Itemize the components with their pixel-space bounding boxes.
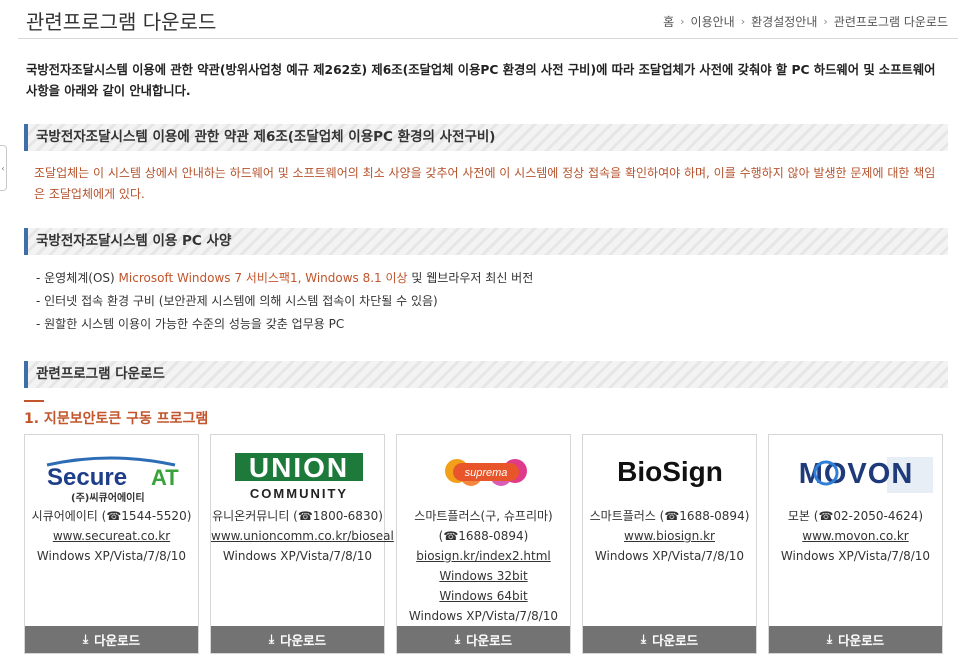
- card-biosign: BioSign 스마트플러스 (☎1688-0894) www.biosign.…: [582, 434, 757, 654]
- company-link[interactable]: www.biosign.kr: [583, 526, 756, 546]
- subheading-accent-line: [24, 400, 44, 402]
- svg-text:COMMUNITY: COMMUNITY: [250, 486, 348, 501]
- company-phone: (☎1688-0894): [438, 529, 529, 543]
- company-name: 스마트플러스 (☎1688-0894): [589, 509, 750, 523]
- supported-os: Windows XP/Vista/7/8/10: [594, 549, 745, 563]
- movon-logo: MOVON: [799, 457, 933, 493]
- breadcrumb: 홈 › 이용안내 › 환경설정안내 › 관련프로그램 다운로드: [663, 13, 948, 30]
- notice-text: 조달업체는 이 시스템 상에서 안내하는 하드웨어 및 소프트웨어의 최소 사양…: [34, 166, 936, 201]
- download-button-movon[interactable]: ⤓ 다운로드: [769, 626, 942, 653]
- subheading-fingerprint-token: 1. 지문보안토큰 구동 프로그램: [24, 411, 209, 427]
- supported-os: Windows XP/Vista/7/8/10: [36, 549, 187, 563]
- spec-item-os: - 운영체계(OS) Microsoft Windows 7 서비스팩1, Wi…: [36, 271, 534, 285]
- download-cards: Secure AT (주)씨큐어에이티 시큐어에이티 (☎1544-5520) …: [24, 434, 943, 654]
- spec-item-network: - 인터넷 접속 환경 구비 (보안관제 시스템에 의해 시스템 접속이 차단될…: [36, 294, 438, 308]
- page-header: 관련프로그램 다운로드 홈 › 이용안내 › 환경설정안내 › 관련프로그램 다…: [18, 0, 958, 39]
- windows-32bit-link[interactable]: Windows 32bit: [397, 566, 570, 586]
- svg-text:(주)씨큐어에이티: (주)씨큐어에이티: [71, 491, 145, 504]
- supported-os: Windows XP/Vista/7/8/10: [780, 549, 931, 563]
- section-title-terms: 국방전자조달시스템 이용에 관한 약관 제6조(조달업체 이용PC 환경의 사전…: [24, 124, 948, 151]
- download-icon: ⤓: [640, 632, 647, 646]
- company-name: 스마트플러스(구, 슈프리마): [414, 509, 553, 523]
- section-title-downloads: 관련프로그램 다운로드: [24, 361, 948, 388]
- section-title-pc-spec: 국방전자조달시스템 이용 PC 사양: [24, 228, 948, 255]
- unioncommunity-logo: UNION COMMUNITY: [235, 452, 363, 501]
- windows-64bit-link[interactable]: Windows 64bit: [397, 586, 570, 606]
- company-link[interactable]: www.unioncomm.co.kr/bioseal: [211, 526, 394, 546]
- breadcrumb-guide[interactable]: 이용안내: [691, 13, 735, 30]
- side-collapse-tab[interactable]: ‹: [0, 145, 7, 191]
- card-secureat: Secure AT (주)씨큐어에이티 시큐어에이티 (☎1544-5520) …: [24, 434, 199, 654]
- company-name: 유니온커뮤니티 (☎1800-6830): [212, 509, 383, 523]
- supported-os: Windows XP/Vista/7/8/10: [408, 609, 559, 623]
- intro-text: 국방전자조달시스템 이용에 관한 약관(방위사업청 예규 제262호) 제6조(…: [26, 63, 936, 98]
- download-icon: ⤓: [454, 632, 461, 646]
- chevron-right-icon: ›: [740, 15, 746, 28]
- card-unioncommunity: UNION COMMUNITY 유니온커뮤니티 (☎1800-6830) www…: [210, 434, 394, 654]
- download-button-biosign[interactable]: ⤓ 다운로드: [583, 626, 756, 653]
- company-link[interactable]: biosign.kr/index2.html: [397, 546, 570, 566]
- card-suprema: suprema 스마트플러스(구, 슈프리마) (☎1688-0894) bio…: [396, 434, 571, 654]
- supported-os: Windows XP/Vista/7/8/10: [222, 549, 373, 563]
- download-button-suprema[interactable]: ⤓ 다운로드: [397, 626, 570, 653]
- chevron-right-icon: ›: [823, 15, 828, 28]
- biosign-logo: BioSign: [617, 456, 723, 487]
- download-button-secureat[interactable]: ⤓ 다운로드: [25, 626, 198, 653]
- svg-text:suprema: suprema: [465, 467, 508, 479]
- chevron-left-icon: ‹: [1, 163, 5, 173]
- breadcrumb-home[interactable]: 홈: [663, 13, 674, 30]
- spec-item-performance: - 원할한 시스템 이용이 가능한 수준의 성능을 갖춘 업무용 PC: [36, 317, 345, 331]
- company-link[interactable]: www.movon.co.kr: [769, 526, 942, 546]
- svg-text:Secure: Secure: [47, 464, 127, 491]
- company-name: 시큐어에이티 (☎1544-5520): [31, 509, 192, 523]
- svg-text:BioSign: BioSign: [617, 456, 723, 487]
- company-link[interactable]: www.secureat.co.kr: [25, 526, 198, 546]
- chevron-right-icon: ›: [680, 15, 685, 28]
- svg-text:UNION: UNION: [249, 452, 349, 483]
- secureat-logo: Secure AT (주)씨큐어에이티: [46, 456, 179, 504]
- download-icon: ⤓: [826, 632, 833, 646]
- suprema-logo: suprema: [445, 459, 527, 486]
- breadcrumb-env[interactable]: 환경설정안내: [751, 13, 817, 30]
- spec-list: - 운영체계(OS) Microsoft Windows 7 서비스팩1, Wi…: [36, 268, 533, 337]
- svg-text:AT: AT: [151, 465, 179, 490]
- download-button-unioncommunity[interactable]: ⤓ 다운로드: [211, 626, 384, 653]
- download-icon: ⤓: [82, 632, 89, 646]
- card-movon: MOVON 모본 (☎02-2050-4624) www.movon.co.kr…: [768, 434, 943, 654]
- download-icon: ⤓: [268, 632, 275, 646]
- company-name: 모본 (☎02-2050-4624): [787, 509, 924, 523]
- page-title: 관련프로그램 다운로드: [26, 10, 217, 34]
- breadcrumb-current: 관련프로그램 다운로드: [833, 15, 948, 29]
